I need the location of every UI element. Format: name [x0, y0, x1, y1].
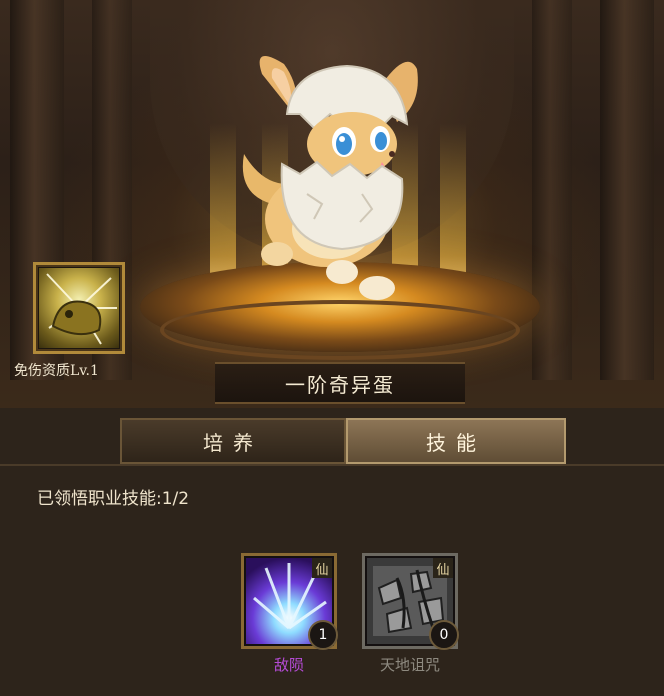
skill-slot-2[interactable]: 仙 0 [362, 553, 459, 650]
pet-egg-creature[interactable] [232, 44, 442, 304]
pet-screen: 免伤资质Lv.1 一阶奇异蛋 培养 技能 已领悟职业技能:1/2 仙 1 敌陨 … [0, 0, 664, 696]
tab-skills[interactable]: 技能 [346, 418, 566, 464]
pet-name: 一阶奇异蛋 [285, 372, 395, 397]
pet-name-bar: 一阶奇异蛋 [215, 362, 465, 404]
skill-slot-1[interactable]: 仙 1 [241, 553, 338, 650]
right-pillar [600, 0, 654, 380]
skill-level: 1 [308, 620, 338, 650]
skill-name: 敌陨 [273, 656, 304, 674]
pet-showcase-scene: 免伤资质Lv.1 一阶奇异蛋 [0, 0, 664, 408]
right-pillar-inner [532, 0, 572, 380]
golden-beast-icon [39, 268, 119, 348]
quality-label: 免伤资质Lv.1 [14, 363, 99, 379]
learned-skills-count: 已领悟职业技能:1/2 [37, 489, 190, 509]
immortal-badge: 仙 [433, 558, 453, 578]
pedestal-rim [160, 300, 520, 360]
skill-level: 0 [429, 620, 459, 650]
immortal-badge: 仙 [312, 558, 332, 578]
skill-name: 天地诅咒 [379, 656, 440, 674]
tab-divider [0, 464, 664, 466]
quality-badge[interactable] [33, 262, 125, 354]
tab-cultivate[interactable]: 培养 [120, 418, 346, 464]
